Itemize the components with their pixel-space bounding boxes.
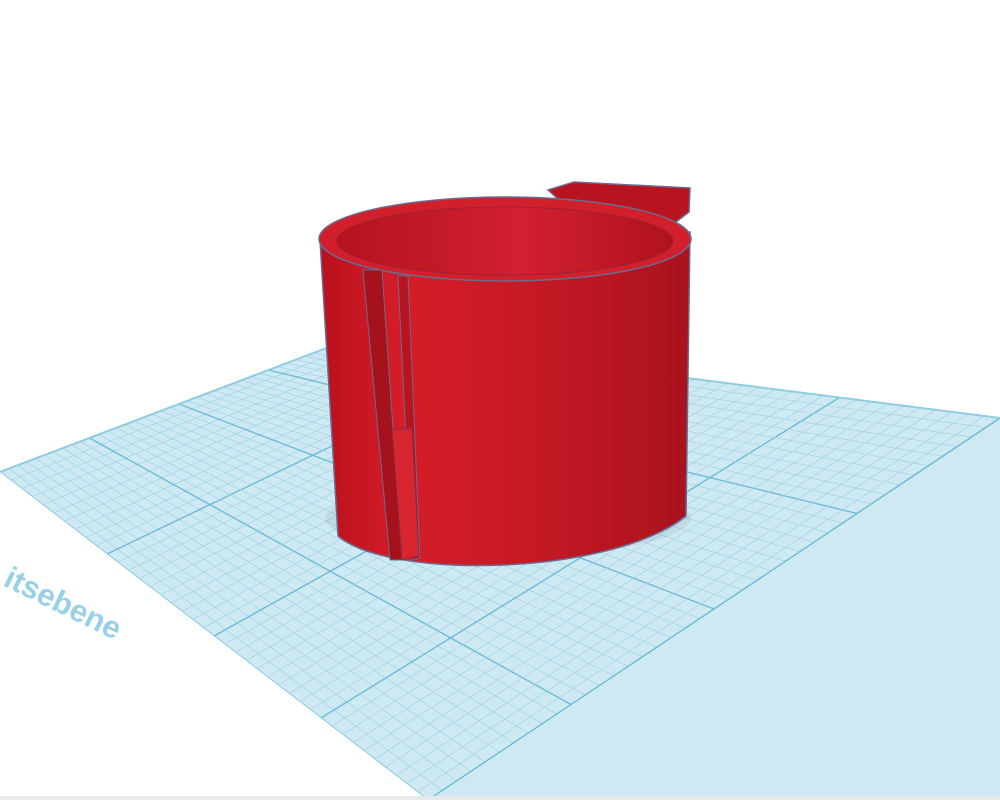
- workplane-label: itsebene: [0, 560, 127, 647]
- cup-inner: [336, 206, 674, 276]
- red-cylinder-cup[interactable]: [318, 181, 692, 567]
- 3d-viewport[interactable]: itsebene: [0, 0, 1000, 800]
- viewport-bottom-strip: [0, 796, 1000, 800]
- scene-canvas[interactable]: itsebene: [0, 0, 1000, 800]
